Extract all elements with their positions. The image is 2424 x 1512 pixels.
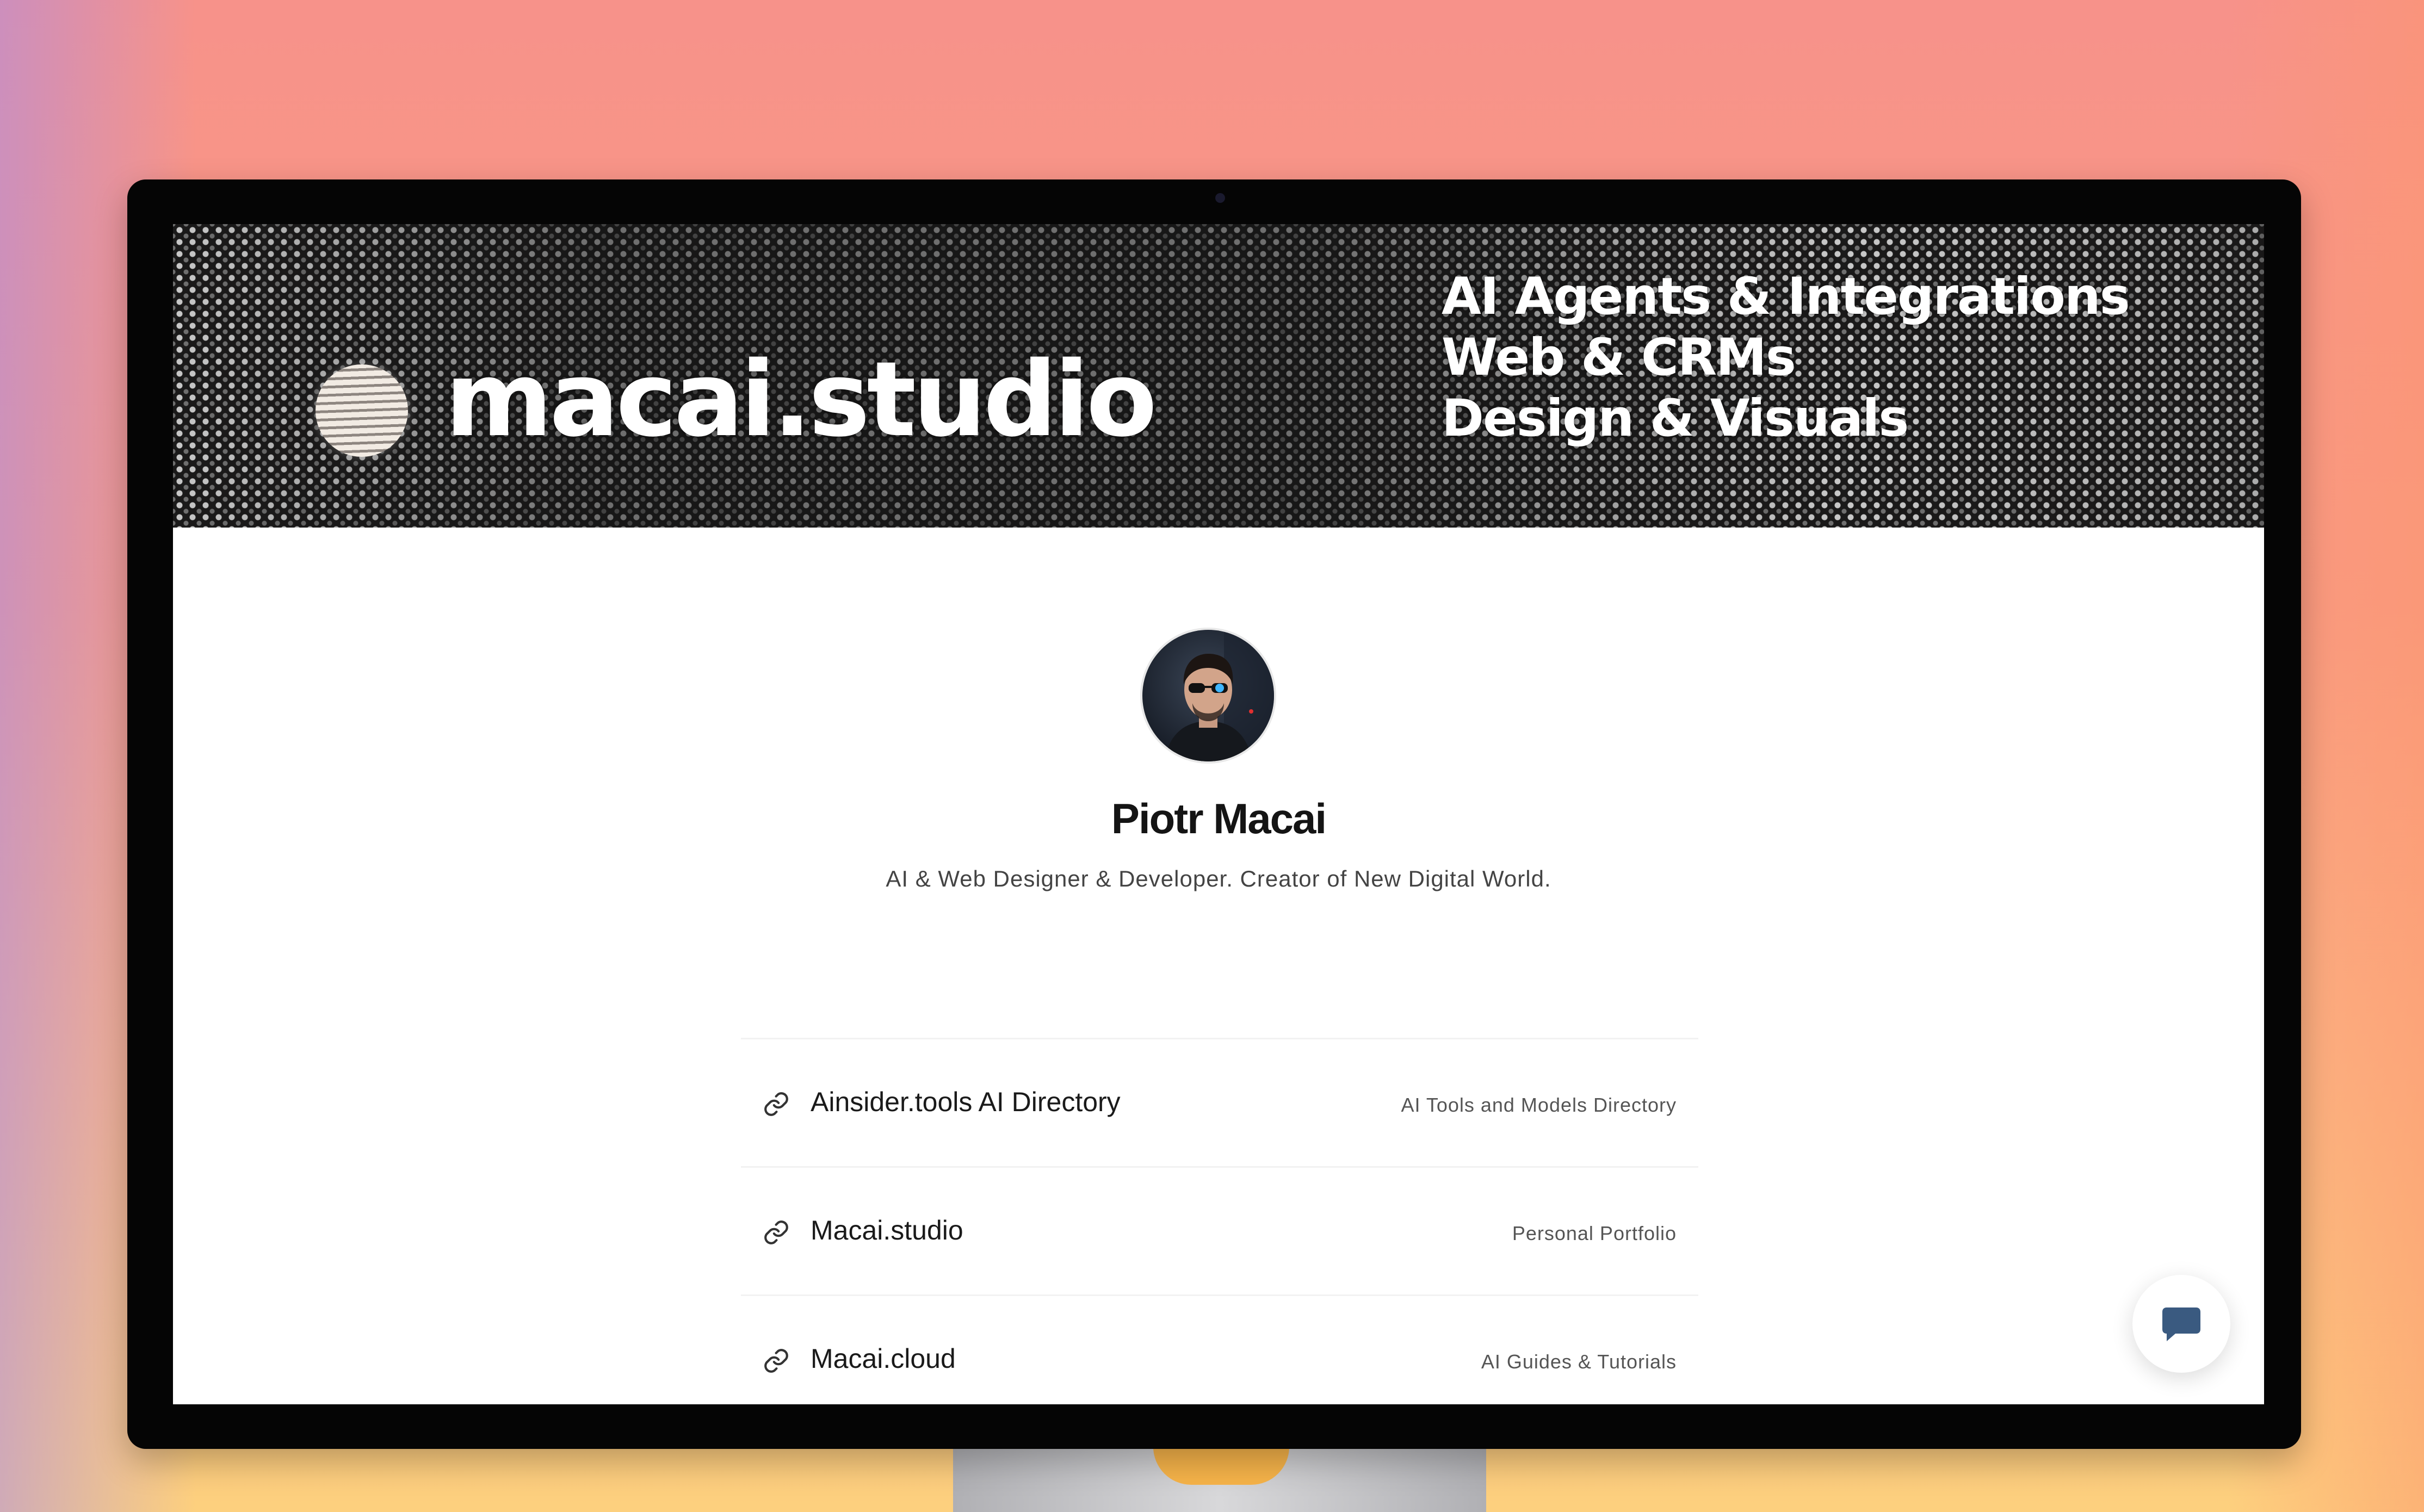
avatar [1140, 628, 1276, 764]
link-title[interactable]: Ainsider.tools AI Directory [811, 1086, 1121, 1118]
chat-button[interactable] [2132, 1275, 2230, 1373]
link-title[interactable]: Macai.studio [811, 1214, 963, 1246]
link-icon [764, 1092, 788, 1116]
tagline: AI Agents & Integrations [1442, 267, 2130, 326]
link-description: AI Tools and Models Directory [1401, 1094, 1677, 1116]
chat-icon [2162, 1307, 2200, 1341]
link-description: Personal Portfolio [1512, 1222, 1677, 1244]
link-item[interactable]: Macai.studio Personal Portfolio [741, 1166, 1698, 1294]
link-item[interactable]: Macai.cloud AI Guides & Tutorials [741, 1294, 1698, 1404]
link-icon [764, 1349, 788, 1373]
link-item[interactable]: Ainsider.tools AI Directory AI Tools and… [741, 1038, 1698, 1166]
webcam [1215, 193, 1225, 203]
link-description: AI Guides & Tutorials [1481, 1350, 1677, 1373]
link-title[interactable]: Macai.cloud [811, 1343, 956, 1374]
profile-name: Piotr Macai [1111, 795, 1327, 842]
tagline: Web & CRMs [1442, 328, 1796, 387]
tagline-list: AI Agents & Integrations Web & CRMs Desi… [1442, 267, 2130, 449]
tagline: Design & Visuals [1442, 389, 1909, 448]
link-icon [764, 1220, 788, 1244]
header-banner: macai.studio AI Agents & Integrations We… [173, 224, 2264, 528]
sphere-logo-icon [316, 364, 408, 457]
profile-bio: AI & Web Designer & Developer. Creator o… [886, 866, 1551, 891]
stand-glow [1153, 1447, 1289, 1485]
web-page: macai.studio AI Agents & Integrations We… [173, 224, 2264, 1404]
avatar-portrait [1142, 630, 1274, 761]
brand-title: macai.studio [445, 339, 1157, 460]
link-list: Ainsider.tools AI Directory AI Tools and… [741, 1038, 1698, 1404]
